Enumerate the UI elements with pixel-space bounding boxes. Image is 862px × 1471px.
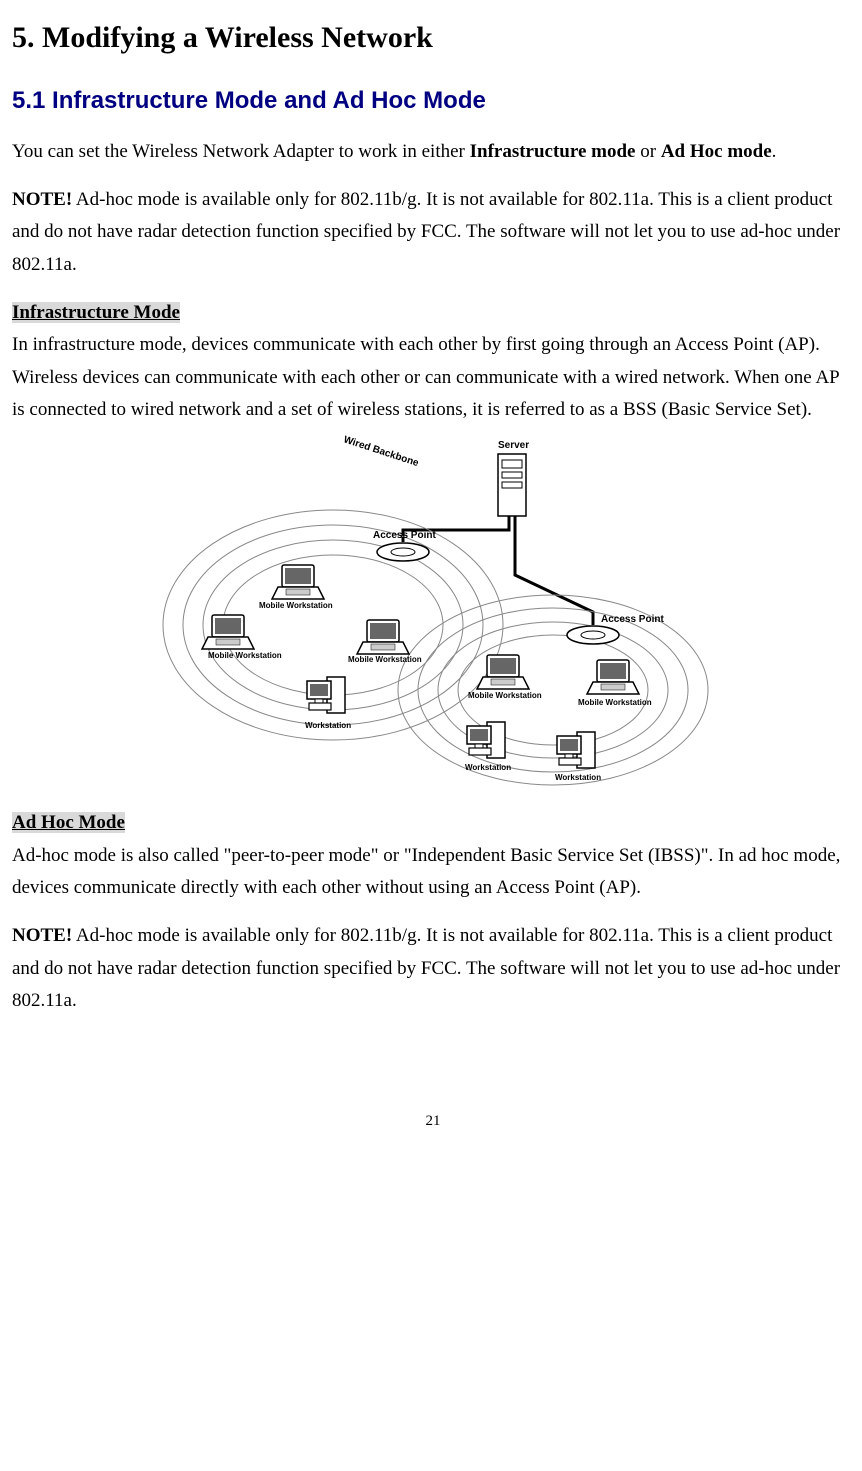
heading-subsection: 5.1 Infrastructure Mode and Ad Hoc Mode (12, 81, 854, 122)
intro-text-2: or (635, 141, 660, 162)
infra-title-line: Infrastructure Mode (12, 297, 854, 329)
intro-bold-1: Infrastructure mode (470, 141, 636, 162)
page-number: 21 (12, 1109, 854, 1135)
note-1-text: Ad-hoc mode is available only for 802.11… (12, 189, 840, 275)
laptop-5-icon (587, 660, 639, 694)
note-2-text: Ad-hoc mode is available only for 802.11… (12, 925, 840, 1011)
intro-paragraph: You can set the Wireless Network Adapter… (12, 136, 854, 168)
note-1-paragraph: NOTE! Ad-hoc mode is available only for … (12, 184, 854, 281)
laptop-3-icon (357, 620, 409, 654)
label-mw-3: Mobile Workstation (348, 655, 422, 664)
label-mw-2: Mobile Workstation (208, 651, 282, 660)
heading-section: 5. Modifying a Wireless Network (12, 12, 854, 63)
adhoc-title: Ad Hoc Mode (12, 812, 125, 833)
label-ap-left: Access Point (373, 530, 436, 541)
note-1-label: NOTE! (12, 189, 72, 210)
label-wired-backbone: Wired Backbone (342, 435, 420, 470)
desktop-2-icon (467, 722, 505, 758)
label-server: Server (498, 440, 529, 451)
backbone-line-right (515, 516, 593, 625)
label-ap-right: Access Point (601, 614, 664, 625)
intro-bold-2: Ad Hoc mode (661, 141, 772, 162)
adhoc-text: Ad-hoc mode is also called "peer-to-peer… (12, 840, 854, 905)
desktop-1-icon (307, 677, 345, 713)
intro-text-3: . (772, 141, 777, 162)
note-2-label: NOTE! (12, 925, 72, 946)
laptop-2-icon (202, 615, 254, 649)
intro-text-1: You can set the Wireless Network Adapter… (12, 141, 470, 162)
access-point-right-icon: Access Point (567, 614, 664, 644)
label-mw-4: Mobile Workstation (468, 691, 542, 700)
network-diagram: Wired Backbone Server (153, 430, 713, 790)
label-ws-3: Workstation (555, 773, 601, 782)
laptop-1-icon (272, 565, 324, 599)
server-icon (498, 454, 526, 516)
infra-text: In infrastructure mode, devices communic… (12, 329, 854, 426)
access-point-left-icon: Access Point (373, 530, 436, 561)
diagram-container: Wired Backbone Server (12, 430, 854, 801)
label-mw-1: Mobile Workstation (259, 601, 333, 610)
label-ws-1: Workstation (305, 721, 351, 730)
laptop-4-icon (477, 655, 529, 689)
desktop-3-icon (557, 732, 595, 768)
infra-title: Infrastructure Mode (12, 302, 180, 323)
note-2-paragraph: NOTE! Ad-hoc mode is available only for … (12, 920, 854, 1017)
label-ws-2: Workstation (465, 763, 511, 772)
label-mw-5: Mobile Workstation (578, 698, 652, 707)
adhoc-title-line: Ad Hoc Mode (12, 807, 854, 839)
